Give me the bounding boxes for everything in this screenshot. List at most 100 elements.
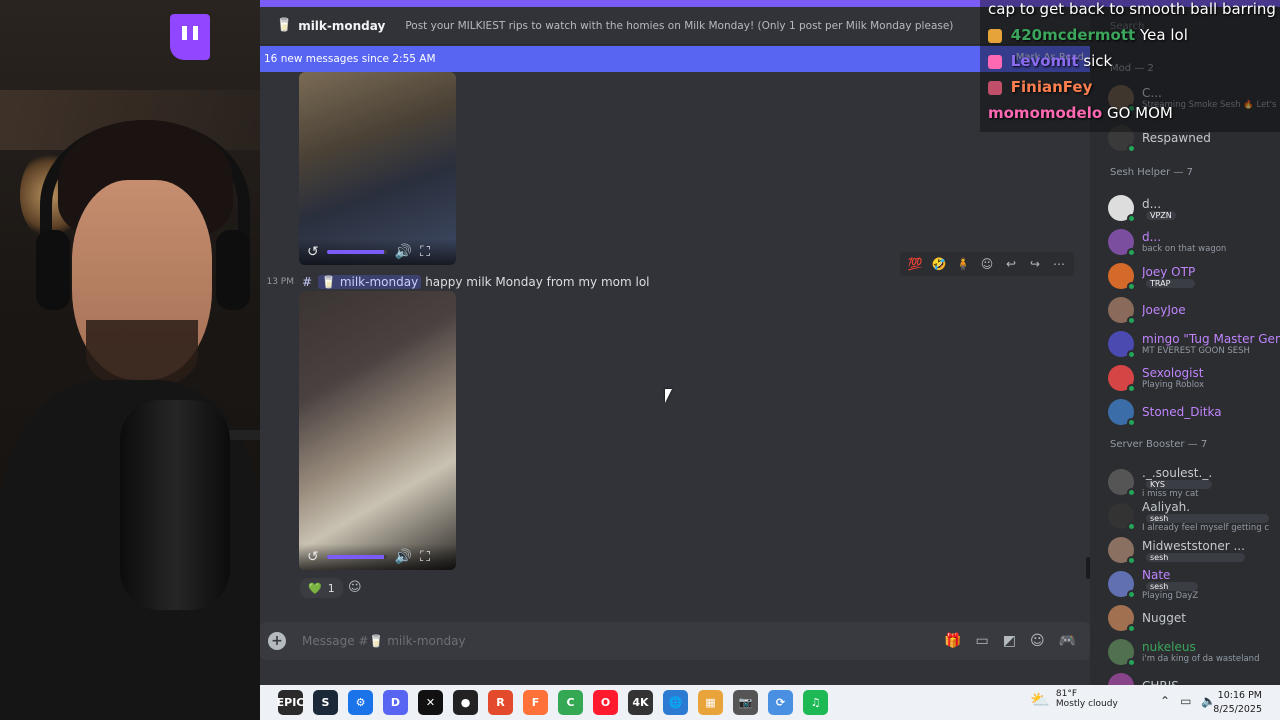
avatar: [1108, 399, 1136, 427]
chat-message-1: 420mcdermott Yea lol: [988, 26, 1188, 44]
reply-icon[interactable]: ↩: [1002, 257, 1020, 271]
member-name: Midweststoner ...: [1142, 538, 1245, 553]
avatar: [1108, 639, 1136, 667]
gift-icon[interactable]: 🎁: [944, 633, 961, 649]
avatar: [1108, 673, 1134, 685]
volume-icon[interactable]: 🔊: [395, 550, 412, 564]
webcam-feed: [0, 0, 260, 720]
status-online-icon: [1127, 418, 1136, 427]
taskbar-app-icon[interactable]: O: [593, 690, 618, 715]
upload-plus-icon[interactable]: +: [268, 632, 286, 650]
gif-icon[interactable]: ▭: [975, 633, 988, 649]
composer-icon-group: 🎁 ▭ ◩ ☺ 🎮: [944, 633, 1082, 649]
taskbar-icons: EPIC S ⚙ D ✕ ● R F C O 4K 🌐 ▦ 📷 ⟳ ♫: [277, 690, 828, 715]
taskbar-app-icon[interactable]: ♫: [803, 690, 828, 715]
video-progress-1[interactable]: [326, 250, 387, 254]
forward-icon[interactable]: ↪: [1026, 257, 1044, 271]
chat-badge-icon: [988, 28, 1002, 43]
emoji-icon[interactable]: ☺: [1030, 633, 1045, 649]
taskbar-app-icon[interactable]: S: [313, 690, 338, 715]
taskbar-app-icon[interactable]: 4K: [628, 690, 653, 715]
tray-chevron-icon[interactable]: ⌃: [1160, 694, 1170, 708]
member-row[interactable]: Joey OTP TRAP: [1108, 261, 1280, 291]
fullscreen-icon[interactable]: ⛶: [420, 245, 430, 259]
taskbar-app-icon[interactable]: 📷: [733, 690, 758, 715]
member-info: mingo "Tug Master Gener MT EVEREST GOON S…: [1142, 332, 1280, 356]
taskbar-app-icon[interactable]: 🌐: [663, 690, 688, 715]
taskbar-app-icon[interactable]: ▦: [698, 690, 723, 715]
clock-date: 8/25/2025: [1213, 704, 1262, 715]
member-row[interactable]: Nate sesh Playing DayZ: [1108, 568, 1280, 601]
custom-emoji-icon[interactable]: 🧍: [954, 257, 972, 271]
weather-widget[interactable]: ⛅ 81°F Mostly cloudy: [1030, 689, 1118, 709]
status-online-icon: [1127, 144, 1136, 153]
avatar: [1108, 503, 1136, 531]
channel-mention[interactable]: 🥛 milk-monday: [318, 275, 422, 289]
member-row[interactable]: JoeyJoe: [1108, 295, 1280, 325]
channel-name[interactable]: milk-monday: [298, 19, 385, 33]
message-timestamp: 13 PM: [266, 277, 294, 287]
hundred-emoji-icon[interactable]: 💯: [906, 257, 924, 271]
video-controls-2: ↺ 🔊 ⛶: [299, 544, 456, 570]
taskbar-app-icon[interactable]: ⟳: [768, 690, 793, 715]
video-attachment-1[interactable]: ↺ 🔊 ⛶: [299, 72, 456, 265]
reaction-pill[interactable]: 💚 1: [300, 578, 343, 598]
status-online-icon: [1127, 658, 1136, 667]
hash-icon: #: [302, 275, 313, 289]
status-online-icon: [1127, 624, 1136, 633]
member-name: d...: [1142, 230, 1162, 244]
taskbar-app-icon[interactable]: D: [383, 690, 408, 715]
video-attachment-2[interactable]: ↺ 🔊 ⛶: [299, 291, 456, 570]
add-reaction-icon[interactable]: ☺: [348, 580, 362, 595]
avatar: [1108, 297, 1136, 325]
member-info: Stoned_Ditka: [1142, 405, 1222, 419]
member-tag: VPZN: [1146, 210, 1176, 220]
replay-icon[interactable]: ↺: [307, 245, 319, 259]
taskbar-app-icon[interactable]: EPIC: [277, 690, 304, 715]
add-reaction-icon[interactable]: ☺: [978, 257, 996, 271]
message-list: ↺ 🔊 ⛶ 13 PM # 🥛 milk-monday happy milk M…: [260, 72, 1090, 607]
fullscreen-icon[interactable]: ⛶: [420, 550, 430, 564]
member-row[interactable]: Stoned_Ditka: [1108, 397, 1280, 427]
taskbar-app-icon[interactable]: C: [558, 690, 583, 715]
member-row[interactable]: CHRIS: [1108, 671, 1280, 685]
member-name: mingo "Tug Master Gener: [1142, 332, 1280, 346]
taskbar-app-icon[interactable]: ⚙: [348, 690, 373, 715]
status-online-icon: [1127, 350, 1136, 359]
more-options-icon[interactable]: ⋯: [1050, 257, 1068, 271]
channel-topic[interactable]: Post your MILKIEST rips to watch with th…: [405, 20, 953, 32]
chat-message-3: FinianFey: [988, 78, 1092, 96]
taskbar-app-icon[interactable]: ●: [453, 690, 478, 715]
member-row[interactable]: Midweststoner ... sesh: [1108, 535, 1280, 565]
message-input[interactable]: [302, 634, 945, 648]
member-row[interactable]: nukeleus i'm da king of da wasteland: [1108, 637, 1280, 667]
network-icon[interactable]: ▭: [1180, 694, 1191, 708]
mouse-cursor-icon: [665, 389, 679, 403]
taskbar-app-icon[interactable]: F: [523, 690, 548, 715]
member-name: Sexologist: [1142, 366, 1204, 380]
member-row[interactable]: Sexologist Playing Roblox: [1108, 363, 1280, 393]
activity-gamepad-icon[interactable]: 🎮: [1059, 633, 1076, 649]
windows-taskbar: EPIC S ⚙ D ✕ ● R F C O 4K 🌐 ▦ 📷 ⟳ ♫ ⛅ 81°F Mostly cloud…: [260, 685, 1280, 720]
member-row[interactable]: Aaliyah. sesh I already feel myself gettin…: [1108, 499, 1280, 533]
member-name: Aaliyah.: [1142, 499, 1191, 514]
member-row[interactable]: ._.soulest._. KYS i miss my cat: [1108, 466, 1280, 499]
volume-icon[interactable]: 🔊: [395, 245, 412, 259]
video-progress-2[interactable]: [326, 555, 387, 559]
taskbar-clock[interactable]: 10:16 PM 8/25/2025: [1213, 689, 1262, 717]
member-info: d... VPZN: [1142, 197, 1176, 220]
member-activity: MT EVEREST GOON SESH: [1142, 346, 1250, 356]
new-messages-bar[interactable]: 16 new messages since 2:55 AM Mark As Re…: [260, 46, 1090, 72]
member-row[interactable]: d... VPZN: [1108, 193, 1280, 223]
laughing-emoji-icon[interactable]: 🤣: [930, 257, 948, 271]
member-row[interactable]: mingo "Tug Master Gener MT EVEREST GOON S…: [1108, 329, 1280, 359]
taskbar-app-icon[interactable]: R: [488, 690, 513, 715]
replay-icon[interactable]: ↺: [307, 550, 319, 564]
member-row[interactable]: Nugget: [1108, 603, 1280, 633]
member-row[interactable]: d... back on that wagon: [1108, 227, 1280, 257]
taskbar-app-icon[interactable]: ✕: [418, 690, 443, 715]
video-thumbnail-2: [299, 291, 456, 570]
chat-text-2: sick: [1083, 52, 1113, 70]
member-activity: Playing DayZ: [1142, 590, 1199, 601]
sticker-icon[interactable]: ◩: [1003, 633, 1016, 649]
